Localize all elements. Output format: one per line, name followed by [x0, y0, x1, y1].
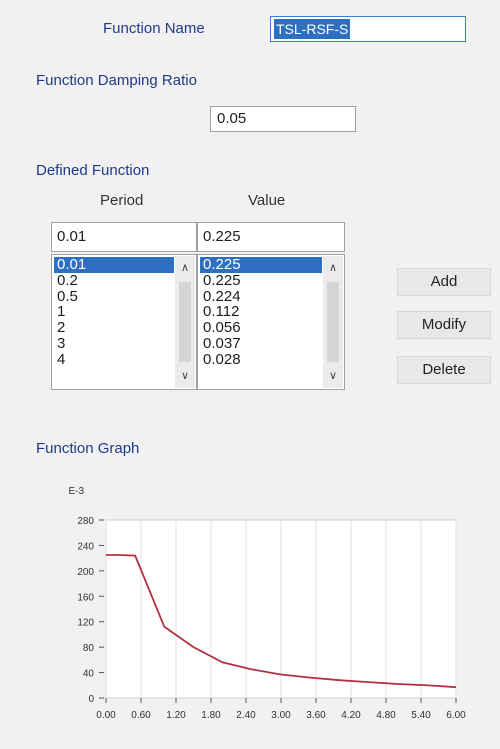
period-list-item[interactable]: 1 — [54, 304, 174, 320]
y-tick-label: 120 — [77, 618, 94, 629]
value-list-item[interactable]: 0.225 — [200, 272, 322, 289]
y-axis-label: E-3 — [68, 486, 84, 497]
scroll-up-icon[interactable]: ∧ — [175, 260, 195, 276]
x-tick-label: 6.00 — [446, 710, 466, 721]
value-list-item[interactable]: 0.112 — [200, 304, 322, 320]
defined-function-title: Defined Function — [36, 162, 150, 179]
value-list-item[interactable]: 0.028 — [200, 351, 322, 368]
scroll-up-icon[interactable]: ∧ — [323, 260, 343, 276]
add-button[interactable]: Add — [397, 268, 491, 296]
function-graph-title: Function Graph — [36, 440, 140, 457]
scroll-down-icon[interactable]: ∨ — [323, 368, 343, 384]
modify-button[interactable]: Modify — [397, 311, 491, 339]
scroll-down-icon[interactable]: ∨ — [175, 368, 195, 384]
function-name-value: TSL-RSF-S — [274, 19, 351, 39]
period-list-item[interactable]: 0.5 — [54, 288, 174, 305]
x-tick-label: 1.80 — [201, 710, 221, 721]
period-input[interactable]: 0.01 — [51, 222, 197, 252]
value-input[interactable]: 0.225 — [197, 222, 345, 252]
value-list-item[interactable]: 0.224 — [200, 288, 322, 305]
x-tick-label: 2.40 — [236, 710, 256, 721]
x-tick-label: 0.60 — [131, 710, 151, 721]
period-list-item[interactable]: 0.01 — [54, 257, 174, 273]
scroll-thumb[interactable] — [179, 282, 191, 362]
y-tick-label: 40 — [83, 669, 95, 680]
damping-ratio-input[interactable]: 0.05 — [210, 106, 356, 132]
value-list-item[interactable]: 0.056 — [200, 320, 322, 336]
period-listbox[interactable]: 0.01 0.2 0.5 1 2 3 4 ∧ ∨ — [51, 254, 197, 390]
function-name-label: Function Name — [103, 20, 205, 37]
period-list-item[interactable]: 2 — [54, 320, 174, 336]
x-tick-label: 4.20 — [341, 710, 361, 721]
function-name-input[interactable]: TSL-RSF-S — [270, 16, 466, 42]
period-scrollbar[interactable]: ∧ ∨ — [175, 256, 195, 388]
period-list-item[interactable]: 3 — [54, 336, 174, 352]
value-header: Value — [248, 192, 286, 209]
y-tick-label: 280 — [77, 516, 94, 527]
scroll-thumb[interactable] — [327, 282, 339, 362]
period-list-item[interactable]: 0.2 — [54, 272, 174, 289]
x-tick-label: 3.60 — [306, 710, 326, 721]
x-tick-label: 4.80 — [376, 710, 396, 721]
y-tick-label: 240 — [77, 541, 94, 552]
delete-button[interactable]: Delete — [397, 356, 491, 384]
x-tick-label: 5.40 — [411, 710, 431, 721]
value-list-item[interactable]: 0.037 — [200, 336, 322, 352]
y-tick-label: 0 — [88, 694, 94, 705]
x-tick-label: 1.20 — [166, 710, 186, 721]
function-graph-chart: 0.00 0.60 1.20 1.80 2.40 3.00 3.60 4.20 4.80 5.40… — [68, 486, 466, 721]
value-list-item[interactable]: 0.225 — [200, 257, 322, 273]
x-tick-label: 3.00 — [271, 710, 291, 721]
period-header: Period — [100, 192, 144, 209]
period-list-item[interactable]: 4 — [54, 351, 174, 368]
y-tick-label: 200 — [77, 567, 94, 578]
y-tick-label: 80 — [83, 643, 95, 654]
y-tick-label: 160 — [77, 592, 94, 603]
value-listbox[interactable]: 0.225 0.225 0.224 0.112 0.056 0.037 0.028 ∧ ∨ — [197, 254, 345, 390]
value-scrollbar[interactable]: ∧ ∨ — [323, 256, 343, 388]
damping-ratio-title: Function Damping Ratio — [36, 72, 197, 89]
x-tick-label: 0.00 — [96, 710, 116, 721]
